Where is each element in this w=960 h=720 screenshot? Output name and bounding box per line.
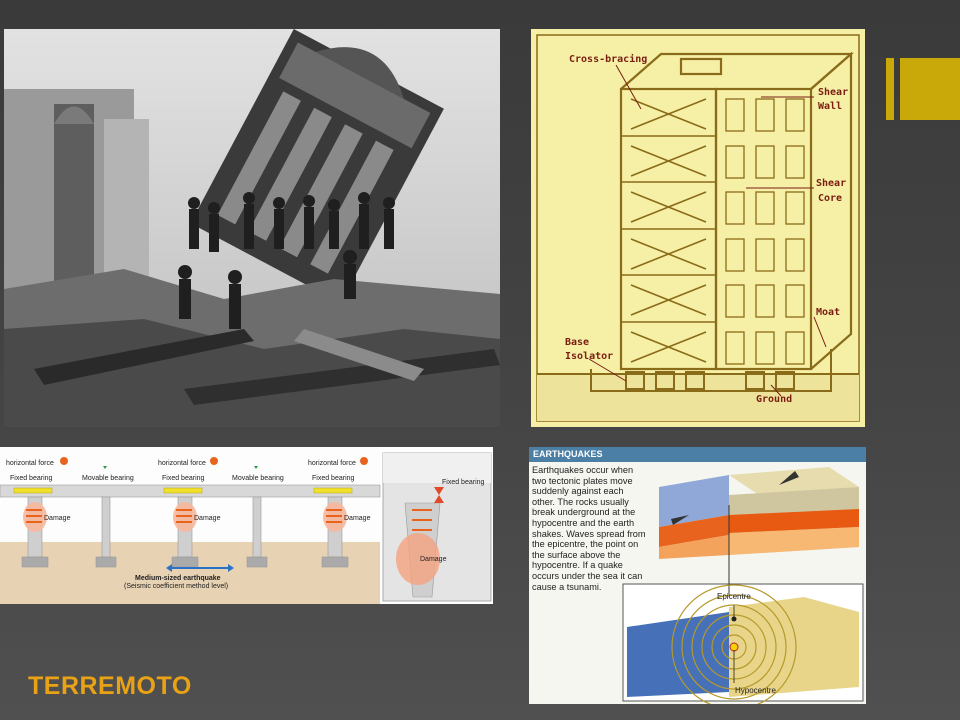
label-damage-1: Damage	[44, 515, 71, 522]
label-hypocentre: Hypocentre	[735, 686, 776, 695]
label-cross-bracing: Cross-bracing	[569, 53, 647, 65]
accent-bar-thin	[886, 58, 894, 120]
label-moat: Moat	[816, 307, 840, 318]
label-shear-core-2: Core	[818, 193, 842, 204]
bridge-bearing-diagram: horizontal force horizontal force horizo…	[0, 447, 493, 604]
label-fixed-bearing-2: Fixed bearing	[162, 475, 205, 482]
seismic-building-diagram: Cross-bracing Shear Wall Shear Core Moat…	[531, 29, 865, 427]
label-shear-wall-2: Wall	[818, 101, 842, 112]
label-base-isolator-1: Base	[565, 337, 589, 348]
label-horizontal-force-3: horizontal force	[308, 460, 356, 467]
earthquake-damage-photo	[4, 29, 500, 427]
label-movable-bearing-1: Movable bearing	[82, 475, 134, 482]
label-inset-damage: Damage	[420, 556, 447, 563]
label-shear-wall-1: Shear	[818, 87, 848, 98]
label-shear-core-1: Shear	[816, 178, 846, 189]
label-inset-fixed-bearing: Fixed bearing	[442, 479, 485, 486]
label-ground: Ground	[756, 394, 792, 405]
label-damage-3: Damage	[344, 515, 371, 522]
label-base-isolator-2: Isolator	[565, 351, 613, 362]
label-fixed-bearing-1: Fixed bearing	[10, 475, 53, 482]
label-horizontal-force-2: horizontal force	[158, 460, 206, 467]
label-quake-sub: (Seismic coefficient method level)	[124, 583, 228, 590]
label-damage-2: Damage	[194, 515, 221, 522]
label-movable-bearing-2: Movable bearing	[232, 475, 284, 482]
label-epicentre: Epicentre	[717, 592, 751, 601]
slide-title: TERREMOTO	[28, 672, 192, 700]
label-horizontal-force-1: horizontal force	[6, 460, 54, 467]
accent-bar-wide	[900, 58, 960, 120]
label-fixed-bearing-3: Fixed bearing	[312, 475, 355, 482]
earthquakes-infographic: EARTHQUAKES Earthquakes occur when two t…	[529, 447, 866, 704]
label-quake: Medium-sized earthquake	[135, 575, 221, 582]
